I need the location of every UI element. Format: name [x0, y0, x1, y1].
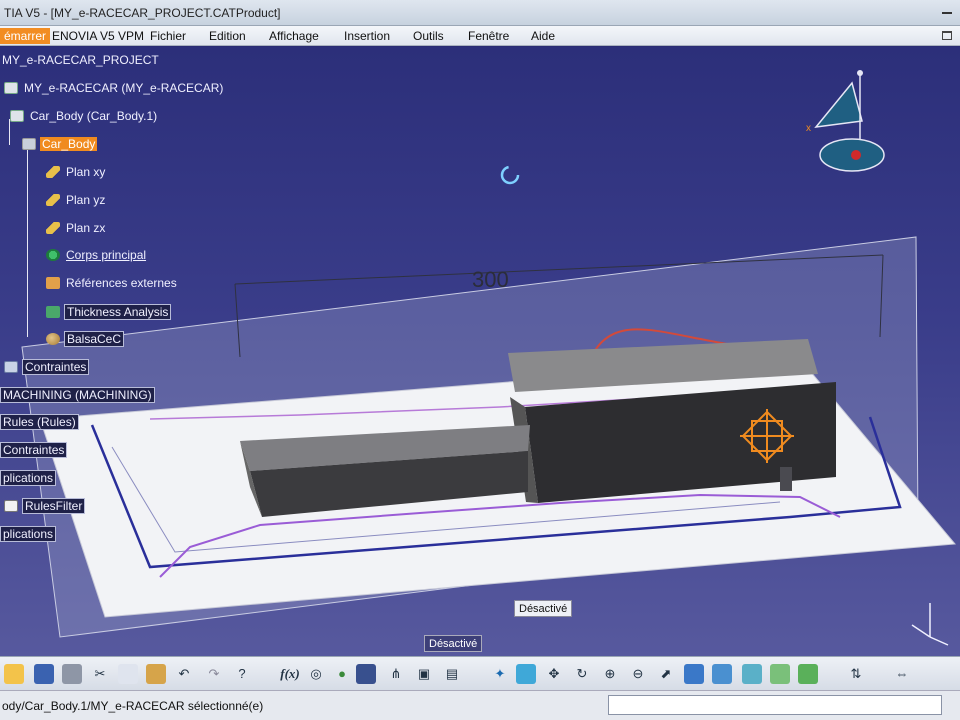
menu-affichage[interactable]: Affichage: [265, 28, 323, 44]
tree-node-product[interactable]: MY_e-RACECAR (MY_e-RACECAR): [4, 79, 225, 97]
tree-node-car-body[interactable]: Car_Body (Car_Body.1): [10, 107, 159, 125]
toggle-icon[interactable]: ▤: [442, 664, 462, 684]
redo-icon[interactable]: ↷: [204, 664, 224, 684]
product-icon: [4, 82, 18, 94]
status-tag-desactive: Désactivé: [514, 600, 573, 617]
menu-demarrer[interactable]: émarrer: [0, 28, 51, 44]
tree-node-plane-xy[interactable]: Plan xy: [46, 163, 107, 181]
lock-icon[interactable]: ▣: [414, 664, 434, 684]
menu-edition[interactable]: Edition: [205, 28, 250, 44]
external-references-icon: [46, 277, 60, 289]
window-title: TIA V5 - [MY_e-RACECAR_PROJECT.CATProduc…: [4, 6, 281, 20]
title-bar: TIA V5 - [MY_e-RACECAR_PROJECT.CATProduc…: [0, 0, 960, 26]
tree-node-plane-zx[interactable]: Plan zx: [46, 219, 107, 237]
tree-node-constraints-2[interactable]: Contraintes: [0, 441, 68, 459]
menu-enovia[interactable]: ENOVIA V5 VPM: [48, 28, 148, 44]
tree-node-rules-filter[interactable]: RulesFilter: [4, 497, 86, 515]
status-tag-desactive-2: Désactivé: [424, 635, 483, 652]
svg-text:x: x: [806, 123, 811, 134]
menu-fenetre[interactable]: Fenêtre: [464, 28, 513, 44]
normal-view-icon[interactable]: ⬈: [656, 664, 676, 684]
tree-node-thickness[interactable]: Thickness Analysis: [46, 303, 172, 321]
multi-view-icon[interactable]: [684, 664, 704, 684]
fly-icon[interactable]: ✦: [490, 664, 510, 684]
triad-axis: [911, 603, 949, 646]
paste-icon[interactable]: [146, 664, 166, 684]
loading-ring: [500, 165, 520, 185]
shading-icon[interactable]: [742, 664, 762, 684]
hide-show-icon[interactable]: [770, 664, 790, 684]
status-bar: ody/Car_Body.1/MY_e-RACECAR sélectionné(…: [0, 690, 960, 720]
thickness-analysis-icon: [46, 306, 60, 318]
pin: [780, 467, 792, 491]
tree-icon[interactable]: ⋔: [386, 664, 406, 684]
menu-fichier[interactable]: Fichier: [146, 28, 190, 44]
pan-icon[interactable]: ✥: [544, 664, 564, 684]
save-icon[interactable]: [34, 664, 54, 684]
tree-node-machining[interactable]: MACHINING (MACHINING): [0, 386, 155, 404]
rotate-icon[interactable]: ↻: [572, 664, 592, 684]
tree-node-root[interactable]: MY_e-RACECAR_PROJECT: [0, 51, 161, 69]
menu-insertion[interactable]: Insertion: [340, 28, 394, 44]
specification-tree: MY_e-RACECAR_PROJECT MY_e-RACECAR (MY_e-…: [0, 47, 260, 656]
plane-icon: [46, 194, 60, 206]
product-icon: [10, 110, 24, 122]
tree-node-constraints-1[interactable]: Contraintes: [4, 358, 90, 376]
swap-visible-icon[interactable]: [798, 664, 818, 684]
comment-icon[interactable]: ◎: [306, 664, 326, 684]
print-icon[interactable]: [62, 664, 82, 684]
table-icon[interactable]: [356, 664, 376, 684]
knowledge-icon[interactable]: ●: [332, 664, 352, 684]
menu-bar: émarrer ENOVIA V5 VPM Fichier Edition Af…: [0, 26, 960, 46]
tree-node-selected-part[interactable]: Car_Body: [22, 135, 98, 153]
menu-outils[interactable]: Outils: [409, 28, 448, 44]
command-input[interactable]: [608, 695, 942, 715]
restore-window-button[interactable]: [942, 31, 952, 40]
part-icon: [22, 138, 36, 150]
material-icon: [46, 333, 60, 345]
tree-node-plane-yz[interactable]: Plan yz: [46, 191, 107, 209]
bottom-toolbar: ✂ ↶ ↷ ? f(x) ◎ ● ⋔ ▣ ▤ ✦ ✥ ↻ ⊕ ⊖ ⬈ ⇅ ⇔: [0, 656, 960, 690]
tree-node-external-refs[interactable]: Références externes: [46, 274, 179, 292]
tree-node-main-body[interactable]: Corps principal: [46, 246, 148, 264]
open-icon[interactable]: [4, 664, 24, 684]
tree-node-applications-2[interactable]: plications: [0, 525, 57, 543]
undo-icon[interactable]: ↶: [174, 664, 194, 684]
tree-node-rules[interactable]: Rules (Rules): [0, 413, 79, 431]
tree-node-applications-1[interactable]: plications: [0, 469, 57, 487]
measure-icon[interactable]: ⇔: [892, 664, 912, 684]
zoom-out-icon[interactable]: ⊖: [628, 664, 648, 684]
dimension-label: 300: [472, 267, 509, 292]
plane-icon: [46, 222, 60, 234]
tree-node-balsa[interactable]: BalsaCeC: [46, 330, 125, 348]
zoom-in-icon[interactable]: ⊕: [600, 664, 620, 684]
iso-view-icon[interactable]: [712, 664, 732, 684]
fit-all-icon[interactable]: [516, 664, 536, 684]
cut-icon[interactable]: ✂: [90, 664, 110, 684]
3d-viewport[interactable]: 300 x MY_e-RACECAR_PROJECT MY_e-RACECAR …: [0, 47, 960, 656]
menu-aide[interactable]: Aide: [527, 28, 559, 44]
filter-icon: [4, 500, 18, 512]
body-icon: [46, 249, 60, 261]
compass[interactable]: x: [800, 69, 900, 189]
status-message: ody/Car_Body.1/MY_e-RACECAR sélectionné(…: [2, 699, 264, 713]
constraints-icon: [4, 361, 18, 373]
copy-icon[interactable]: [118, 664, 138, 684]
plane-icon: [46, 166, 60, 178]
minimize-button[interactable]: [940, 6, 954, 16]
catalog-icon[interactable]: ⇅: [846, 664, 866, 684]
help-icon[interactable]: ?: [232, 664, 252, 684]
formula-icon[interactable]: f(x): [278, 664, 302, 684]
